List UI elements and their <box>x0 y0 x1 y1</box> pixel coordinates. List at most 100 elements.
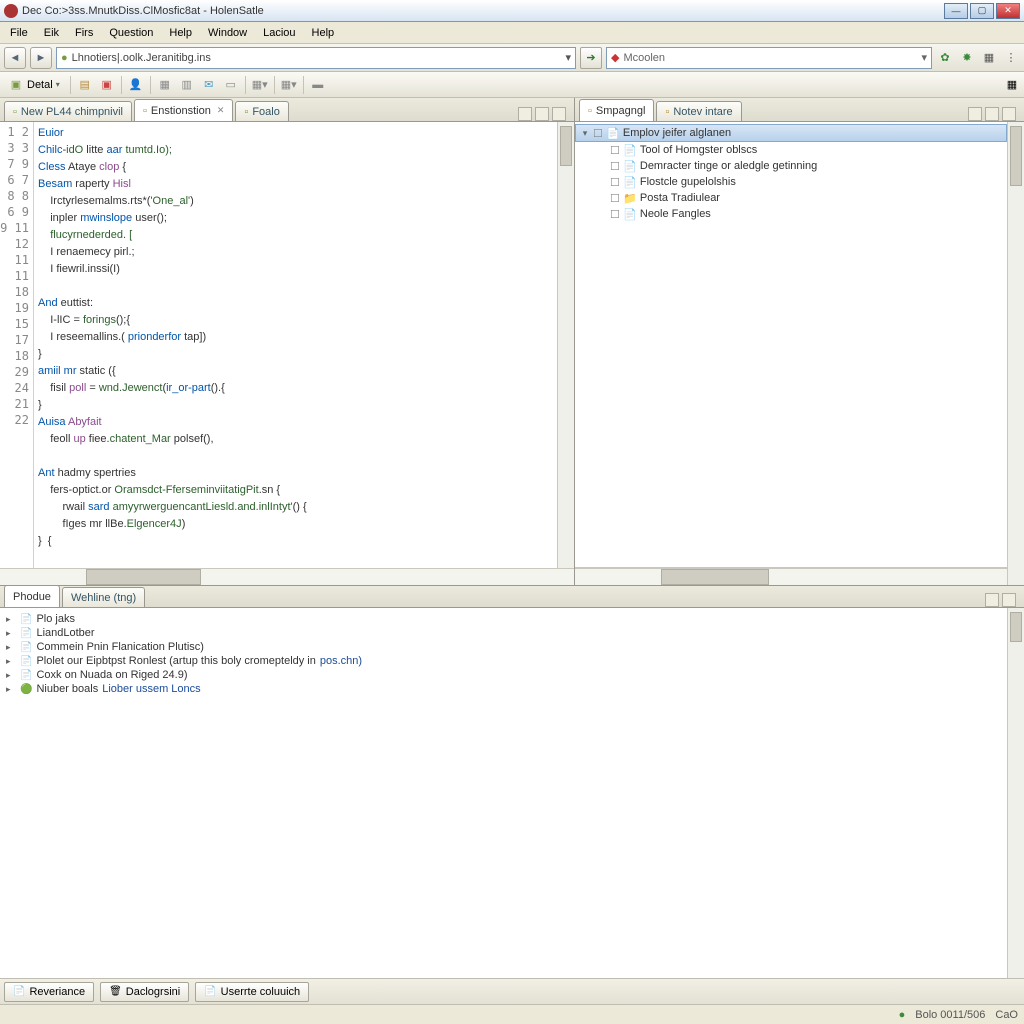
tool-icon-9[interactable]: ▦▾ <box>281 77 297 93</box>
tree-item-icon: 📄 <box>623 207 637 221</box>
console-row-4[interactable]: ▸📄Coxk on Nuada on Riged 24.9) <box>6 668 1001 682</box>
checkbox-icon[interactable]: ☐ <box>610 176 620 189</box>
expand-icon[interactable]: ▸ <box>6 614 16 625</box>
side-corner-button[interactable] <box>1002 107 1016 121</box>
bottom-corner-button[interactable] <box>1002 593 1016 607</box>
checkbox-icon[interactable]: ☐ <box>610 144 620 157</box>
console-row-5[interactable]: ▸🟢Niuber boals Liober ussem Loncs <box>6 682 1001 696</box>
tree-item-5[interactable]: ☐📄Neole Fangles <box>575 206 1007 222</box>
editor-tab-2[interactable]: ▫Foalo <box>235 101 288 121</box>
tree-item-0[interactable]: ▾☐📄Emplov jeifer alglanen <box>575 124 1007 142</box>
nav-back-button[interactable]: ◄ <box>4 47 26 69</box>
search-input[interactable]: ◆ Mcoolen ▾ <box>606 47 932 69</box>
editor-tab-0[interactable]: ▫New PL44 chimpnivil <box>4 101 132 121</box>
console-row-3[interactable]: ▸📄Plolet our Eipbtpst Ronlest (artup thi… <box>6 654 1001 668</box>
tool-icon-4[interactable]: ▦ <box>157 77 173 93</box>
menu-window[interactable]: Window <box>202 25 253 41</box>
menu-icon[interactable]: ⋮ <box>1002 49 1020 67</box>
expand-icon[interactable]: ▸ <box>6 642 16 653</box>
search-dropdown-icon[interactable]: ▾ <box>921 51 927 64</box>
side-tab-1[interactable]: ▫Notev intare <box>656 101 741 121</box>
tool-icon-2[interactable]: ▣ <box>99 77 115 93</box>
expander-icon[interactable]: ▾ <box>580 128 590 139</box>
editor-vscrollbar[interactable] <box>557 122 574 568</box>
console-panel[interactable]: ▸📄Plo jaks▸📄LiandLotber▸📄Commein Pnin Fl… <box>0 608 1007 978</box>
menu-help[interactable]: Help <box>306 25 341 41</box>
addon-icon-3[interactable]: ▦ <box>980 49 998 67</box>
console-row-1[interactable]: ▸📄LiandLotber <box>6 626 1001 640</box>
button-label: Reveriance <box>29 986 85 998</box>
checkbox-icon[interactable]: ☐ <box>610 208 620 221</box>
line-gutter: 1 2 3 3 7 9 6 7 8 8 6 9 9 11 12 11 11 18… <box>0 122 34 568</box>
menu-laciou[interactable]: Laciou <box>257 25 301 41</box>
menu-firs[interactable]: Firs <box>69 25 99 41</box>
side-corner-button[interactable] <box>985 107 999 121</box>
toolbar: ▣ Detal ▾ ▤ ▣ 👤 ▦ ▥ ✉ ▭ ▦▾ ▦▾ ▬ ▦ <box>0 72 1024 98</box>
menu-eik[interactable]: Eik <box>38 25 65 41</box>
side-corner-button[interactable] <box>968 107 982 121</box>
menu-file[interactable]: File <box>4 25 34 41</box>
outline-tree[interactable]: ▾☐📄Emplov jeifer alglanen☐📄Tool of Homgs… <box>575 122 1007 568</box>
tab-corner-button[interactable] <box>518 107 532 121</box>
tab-corner-button[interactable] <box>552 107 566 121</box>
menu-help[interactable]: Help <box>163 25 198 41</box>
side-hscrollbar[interactable] <box>575 568 1007 585</box>
tree-item-2[interactable]: ☐📄Demracter tinge or aledgle getinning <box>575 158 1007 174</box>
console-link[interactable]: pos.chn) <box>320 655 362 667</box>
expand-icon[interactable]: ▸ <box>6 628 16 639</box>
status-position: Bolo 0011/506 <box>915 1009 985 1021</box>
tool-icon-3[interactable]: 👤 <box>128 77 144 93</box>
tool-icon-7[interactable]: ▭ <box>223 77 239 93</box>
console-row-0[interactable]: ▸📄Plo jaks <box>6 612 1001 626</box>
tool-icon-right[interactable]: ▦ <box>1004 77 1020 93</box>
console-icon: 📄 <box>20 642 32 653</box>
expand-icon[interactable]: ▸ <box>6 670 16 681</box>
checkbox-icon[interactable]: ☐ <box>593 127 603 140</box>
tab-close-icon[interactable]: ✕ <box>217 105 225 116</box>
bottom-button-2[interactable]: 📄Userrte coluuich <box>195 982 309 1002</box>
bottom-button-0[interactable]: 📄Reveriance <box>4 982 94 1002</box>
tool-icon-6[interactable]: ✉ <box>201 77 217 93</box>
close-button[interactable]: ✕ <box>996 3 1020 19</box>
tool-icon-8[interactable]: ▦▾ <box>252 77 268 93</box>
address-dropdown-icon[interactable]: ▾ <box>565 51 571 64</box>
go-button[interactable]: ➔ <box>580 47 602 69</box>
tree-item-4[interactable]: ☐📁Posta Tradiulear <box>575 190 1007 206</box>
menu-question[interactable]: Question <box>103 25 159 41</box>
tool-icon-10[interactable]: ▬ <box>310 77 326 93</box>
addon-icon-1[interactable]: ✿ <box>936 49 954 67</box>
maximize-button[interactable]: ▢ <box>970 3 994 19</box>
tab-corner-button[interactable] <box>535 107 549 121</box>
expand-icon[interactable]: ▸ <box>6 656 16 667</box>
checkbox-icon[interactable]: ☐ <box>610 192 620 205</box>
console-row-2[interactable]: ▸📄Commein Pnin Flanication Plutisc) <box>6 640 1001 654</box>
bottom-button-1[interactable]: 🗑Daclogrsini <box>100 982 189 1002</box>
console-link[interactable]: Liober ussem Loncs <box>102 683 200 695</box>
checkbox-icon[interactable]: ☐ <box>610 160 620 173</box>
bottom-corner-button[interactable] <box>985 593 999 607</box>
bottom-tab-1[interactable]: Wehline (tng) <box>62 587 145 607</box>
expand-icon[interactable]: ▸ <box>6 684 16 695</box>
nav-forward-button[interactable]: ► <box>30 47 52 69</box>
addon-icon-2[interactable]: ✸ <box>958 49 976 67</box>
code-content[interactable]: Euior Chilc-idO litte aar tumtd.Io); Cle… <box>34 122 557 568</box>
editor-tab-1[interactable]: ▫Enstionstion✕ <box>134 99 233 121</box>
tool-icon-1[interactable]: ▤ <box>77 77 93 93</box>
side-tab-0[interactable]: ▫Smpagngl <box>579 99 654 121</box>
console-vscrollbar[interactable] <box>1007 608 1024 978</box>
tree-item-1[interactable]: ☐📄Tool of Homgster oblscs <box>575 142 1007 158</box>
tab-icon: ▫ <box>665 106 669 118</box>
bottom-tab-0[interactable]: Phodue <box>4 585 60 607</box>
detail-button[interactable]: ▣ Detal ▾ <box>4 75 64 95</box>
side-vscrollbar[interactable] <box>1007 122 1024 585</box>
minimize-button[interactable]: — <box>944 3 968 19</box>
address-input[interactable]: ● Lhnotiers|.oolk.Jeranitibg.ins ▾ <box>56 47 576 69</box>
editor-hscrollbar[interactable] <box>0 568 574 585</box>
tree-item-icon: 📄 <box>623 143 637 157</box>
tool-icon-5[interactable]: ▥ <box>179 77 195 93</box>
code-editor[interactable]: 1 2 3 3 7 9 6 7 8 8 6 9 9 11 12 11 11 18… <box>0 122 557 568</box>
address-toolbar: ◄ ► ● Lhnotiers|.oolk.Jeranitibg.ins ▾ ➔… <box>0 44 1024 72</box>
tab-icon: ▫ <box>588 105 592 117</box>
tab-label: Wehline (tng) <box>71 592 136 604</box>
tree-item-3[interactable]: ☐📄Flostcle gupelolshis <box>575 174 1007 190</box>
